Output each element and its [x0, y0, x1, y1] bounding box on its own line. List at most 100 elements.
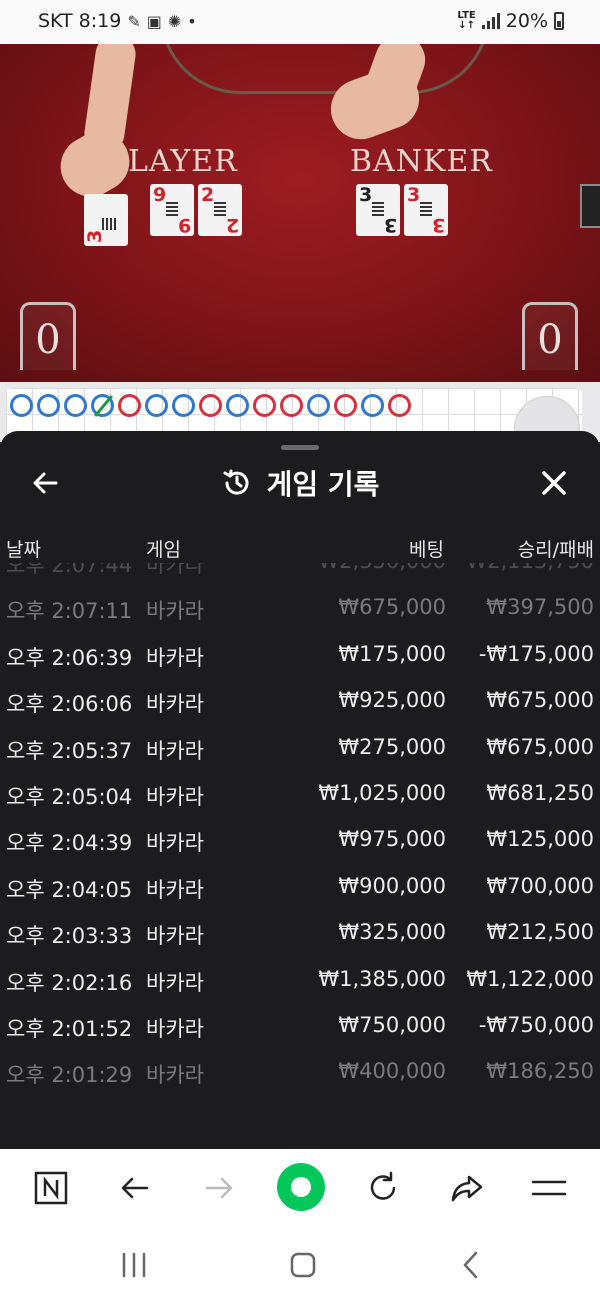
back-arrow-icon — [121, 1177, 149, 1199]
bead-1 — [37, 394, 60, 417]
bead-9 — [253, 394, 276, 417]
close-icon — [542, 471, 566, 495]
menu-button[interactable] — [528, 1167, 570, 1209]
panel-title: 게임 기록 — [0, 463, 600, 503]
row-result: ₩397,500 — [486, 595, 594, 620]
system-navigation-bar — [0, 1227, 600, 1301]
drag-handle[interactable] — [281, 445, 319, 450]
player-label: LAYER — [128, 144, 238, 179]
dealer-arm-left — [81, 44, 139, 157]
history-row[interactable]: 오후 2:07:44 바카라 ₩2,350,000 ₩2,113,750 — [0, 563, 600, 583]
row-date: 오후 2:07:44 — [6, 563, 133, 577]
naver-button[interactable] — [30, 1167, 72, 1209]
status-bar: SKT 8:19 ✎ ▣ ✺ • LTE ↓↑ 20% — [0, 0, 600, 44]
row-result: -₩175,000 — [478, 641, 594, 666]
player-card-3: 22 — [198, 184, 242, 236]
status-left: SKT 8:19 ✎ ▣ ✺ • — [38, 10, 197, 32]
panel-header: 게임 기록 — [0, 459, 600, 507]
share-button[interactable] — [446, 1167, 488, 1209]
browser-back-button[interactable] — [114, 1167, 156, 1209]
dot-icon: • — [187, 11, 197, 31]
clock: 8:19 — [78, 10, 122, 32]
row-bet: ₩925,000 — [338, 688, 446, 713]
history-row[interactable]: 오후 2:07:11 바카라 ₩675,000 ₩397,500 — [0, 589, 600, 629]
row-date: 오후 2:04:05 — [6, 877, 133, 902]
row-bet: ₩400,000 — [338, 1059, 446, 1084]
recent-apps-icon[interactable] — [114, 1245, 154, 1285]
green-home-button[interactable] — [277, 1163, 325, 1211]
home-icon[interactable] — [283, 1245, 323, 1285]
menu-icon — [531, 1180, 567, 1196]
row-game: 바카라 — [146, 563, 204, 577]
refresh-button[interactable] — [362, 1167, 404, 1209]
close-button[interactable] — [536, 465, 572, 501]
road-row — [10, 394, 411, 417]
history-list[interactable]: 오후 2:07:44바카라₩2,350,000₩2,113,750오후 2:07… — [0, 563, 600, 1103]
row-date: 오후 2:02:16 — [6, 970, 133, 995]
row-game: 바카라 — [146, 738, 204, 763]
share-icon — [451, 1175, 483, 1202]
bead-13 — [361, 394, 384, 417]
row-game: 바카라 — [146, 785, 204, 809]
bead-10 — [280, 394, 303, 417]
game-history-panel: 게임 기록 날짜 게임 베팅 승리/패배 오후 2:07:44 바카라 ₩2,350… — [0, 431, 600, 1149]
row-game: 바카라 — [146, 970, 204, 995]
history-row[interactable]: 오후 2:05:37 바카라 ₩275,000 ₩675,000 — [0, 729, 600, 769]
status-right: LTE ↓↑ 20% — [457, 10, 564, 32]
row-result: ₩700,000 — [486, 873, 594, 898]
row-game: 바카라 — [146, 1017, 204, 1041]
row-date: 오후 2:01:52 — [6, 1017, 133, 1041]
row-date: 오후 2:03:33 — [6, 924, 133, 949]
history-icon — [223, 469, 249, 495]
row-date: 오후 2:07:11 — [6, 599, 133, 624]
history-row[interactable]: 오후 2:05:04 바카라 ₩1,025,000 ₩681,250 — [0, 775, 600, 815]
player-score: 0 — [20, 302, 76, 370]
row-result: -₩750,000 — [478, 1013, 594, 1037]
row-result: ₩2,113,750 — [466, 563, 594, 573]
history-row[interactable]: 오후 2:03:33 바카라 ₩325,000 ₩212,500 — [0, 914, 600, 954]
bead-11 — [307, 394, 330, 417]
row-result: ₩125,000 — [486, 827, 594, 852]
history-row[interactable]: 오후 2:04:05 바카라 ₩900,000 ₩700,000 — [0, 868, 600, 908]
row-bet: ₩1,025,000 — [318, 781, 446, 805]
image-icon: ▣ — [146, 11, 162, 31]
player-card-2: 99 — [150, 184, 194, 236]
history-row[interactable]: 오후 2:02:16 바카라 ₩1,385,000 ₩1,122,000 — [0, 961, 600, 1001]
back-icon[interactable] — [452, 1245, 492, 1285]
row-game: 바카라 — [146, 599, 204, 624]
banker-score: 0 — [522, 302, 578, 370]
refresh-icon — [370, 1171, 396, 1200]
column-headers: 날짜 게임 베팅 승리/패배 — [0, 535, 600, 565]
row-date: 오후 2:06:06 — [6, 692, 133, 717]
history-row[interactable]: 오후 2:01:52 바카라 ₩750,000 -₩750,000 — [0, 1007, 600, 1047]
row-result: ₩1,122,000 — [466, 966, 594, 991]
history-row[interactable]: 오후 2:01:29 바카라 ₩400,000 ₩186,250 — [0, 1053, 600, 1093]
row-bet: ₩675,000 — [338, 595, 446, 620]
column-date: 날짜 — [6, 539, 41, 561]
bead-8 — [226, 394, 249, 417]
history-row[interactable]: 오후 2:06:06 바카라 ₩925,000 ₩675,000 — [0, 682, 600, 722]
bead-6 — [172, 394, 195, 417]
bead-5 — [145, 394, 168, 417]
signal-icon — [481, 13, 500, 29]
browser-forward-button[interactable] — [198, 1167, 240, 1209]
row-game: 바카라 — [146, 924, 204, 949]
row-bet: ₩1,385,000 — [318, 966, 446, 991]
live-video[interactable]: LAYER BANKER 3 99 22 33 33 0 0 — [0, 44, 600, 382]
row-bet: ₩275,000 — [338, 734, 446, 759]
row-game: 바카라 — [146, 877, 204, 902]
row-bet: ₩975,000 — [338, 827, 446, 852]
row-bet: ₩325,000 — [338, 920, 446, 945]
browser-toolbar — [0, 1149, 600, 1227]
naver-n-icon — [34, 1171, 68, 1205]
history-row[interactable]: 오후 2:04:39 바카라 ₩975,000 ₩125,000 — [0, 821, 600, 861]
row-date: 오후 2:04:39 — [6, 831, 133, 856]
column-bet: 베팅 — [409, 539, 444, 561]
banker-card-2: 33 — [404, 184, 448, 236]
column-result: 승리/패배 — [517, 539, 594, 561]
pencil-icon: ✎ — [127, 11, 141, 31]
banker-label: BANKER — [350, 144, 493, 179]
card-shoe — [580, 184, 600, 228]
row-date: 오후 2:01:29 — [6, 1063, 133, 1088]
history-row[interactable]: 오후 2:06:39 바카라 ₩175,000 -₩175,000 — [0, 636, 600, 676]
